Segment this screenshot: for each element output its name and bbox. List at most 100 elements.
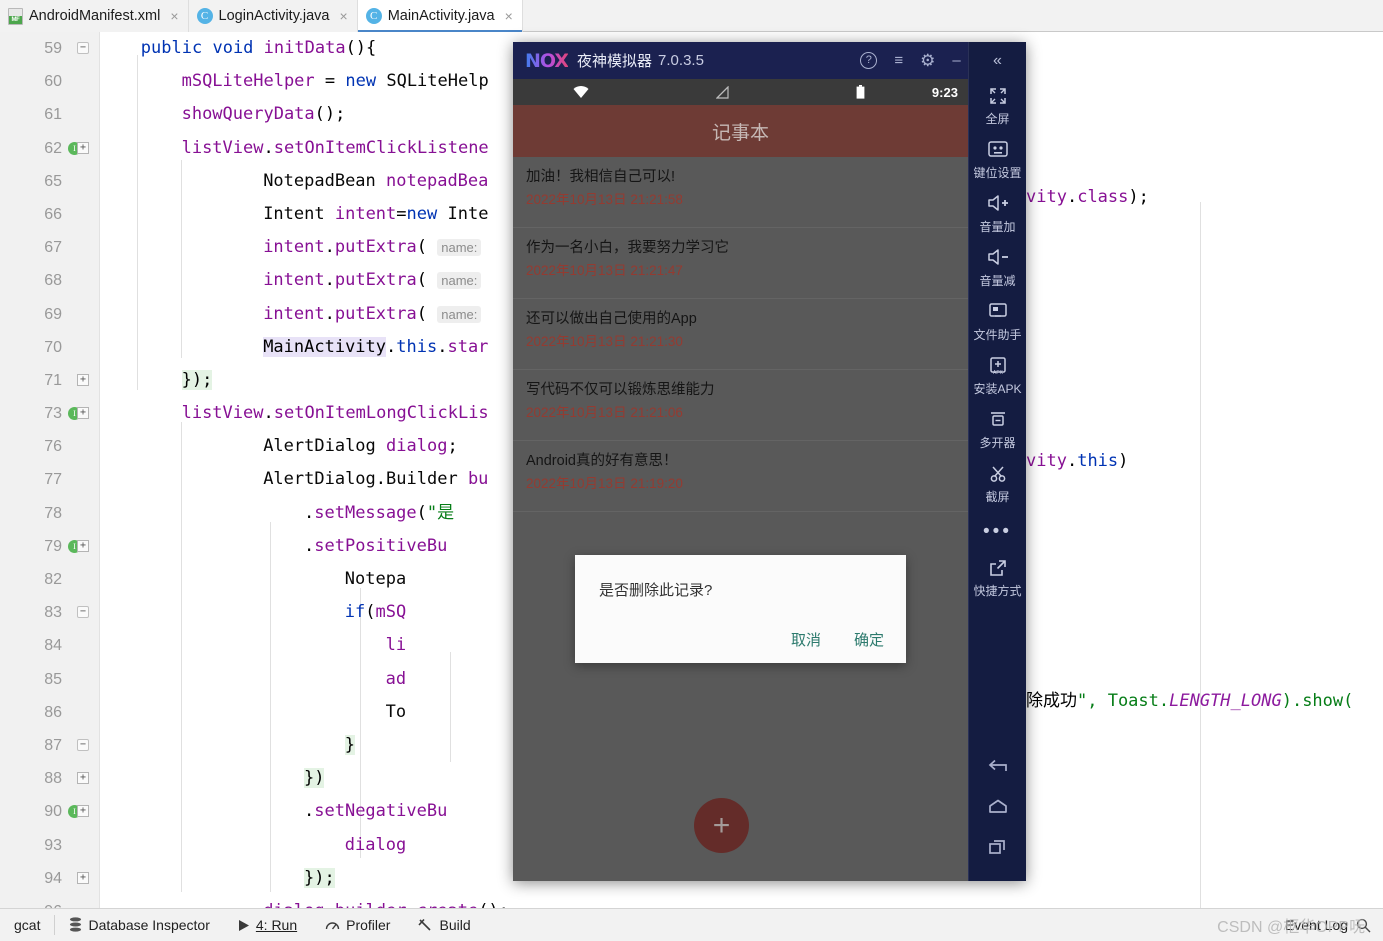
line-number: 88 — [44, 770, 62, 788]
search-icon[interactable] — [1356, 918, 1371, 933]
emulator-title-bar[interactable]: NOX 夜神模拟器 7.0.3.5 ? ≡ ⚙ – □ ✕ — [513, 42, 1026, 79]
code-line-text: Intent intent=new Inte — [263, 203, 489, 224]
battery-icon — [856, 85, 865, 99]
help-icon[interactable]: ? — [860, 52, 878, 69]
code-line-text: }); — [181, 369, 213, 390]
code-line-text: ad — [385, 668, 407, 689]
code-line-text: dialog — [344, 834, 407, 855]
status-item-run[interactable]: 4: Run — [224, 917, 311, 933]
fold-expand-icon[interactable]: + — [77, 407, 89, 420]
minimize-icon[interactable]: – — [952, 53, 960, 68]
android-nav-buttons — [969, 747, 1026, 881]
fullscreen-icon — [969, 86, 1026, 108]
shortcut-icon — [969, 558, 1026, 580]
sidebar-item-install-apk[interactable]: APK 安装APK — [969, 349, 1026, 403]
code-line-text: }) — [304, 768, 325, 789]
sidebar-item-keymap[interactable]: 键位设置 — [969, 133, 1026, 187]
tab-loginactivity-java[interactable]: C LoginActivity.java × — [188, 0, 358, 32]
home-icon[interactable] — [969, 787, 1026, 827]
sidebar-item-more[interactable]: ••• — [969, 511, 1026, 551]
java-class-icon: C — [196, 8, 213, 24]
fold-expand-icon[interactable]: + — [77, 373, 89, 386]
status-item-build[interactable]: Build — [404, 917, 484, 933]
menu-icon[interactable]: ≡ — [894, 53, 903, 68]
fold-collapse-icon[interactable]: − — [77, 606, 89, 619]
nox-emulator-window[interactable]: NOX 夜神模拟器 7.0.3.5 ? ≡ ⚙ – □ ✕ 9:23 记事本 — [513, 42, 1026, 881]
sidebar-item-volume-down[interactable]: 音量减 — [969, 241, 1026, 295]
fold-expand-icon[interactable]: + — [77, 539, 89, 552]
recents-icon[interactable] — [969, 827, 1026, 867]
tab-close-icon[interactable]: × — [170, 9, 178, 23]
status-item-profiler[interactable]: Profiler — [311, 917, 404, 933]
line-number: 76 — [44, 438, 62, 456]
line-number: 69 — [44, 305, 62, 323]
delete-confirm-dialog[interactable]: 是否删除此记录? 取消 确定 — [575, 555, 906, 663]
emulator-screen[interactable]: 9:23 记事本 加油！我相信自己可以! 2022年10月13日 21:21:5… — [513, 79, 968, 881]
code-fragment: 除成功", Toast.LENGTH_LONG).show( — [1026, 691, 1354, 711]
line-number: 93 — [44, 836, 62, 854]
code-line-text: To — [385, 701, 407, 722]
tab-label: MainActivity.java — [387, 8, 495, 24]
fold-expand-icon[interactable]: + — [77, 871, 89, 884]
line-number: 71 — [44, 371, 62, 389]
code-line-text: .setMessage("是 — [304, 502, 455, 523]
fold-expand-icon[interactable]: + — [77, 772, 89, 785]
fold-expand-icon[interactable]: + — [77, 805, 89, 818]
line-number: 84 — [44, 637, 62, 655]
note-list[interactable]: 加油！我相信自己可以! 2022年10月13日 21:21:58 作为一名小白，… — [513, 157, 968, 881]
sidebar-item-file-assistant[interactable]: 文件助手 — [969, 295, 1026, 349]
gear-icon[interactable]: ⚙ — [920, 52, 935, 69]
line-number: 83 — [44, 604, 62, 622]
sidebar-item-multi-instance[interactable]: 多开器 — [969, 403, 1026, 457]
line-number: 79 — [44, 537, 62, 555]
emulator-side-toolbar[interactable]: « 全屏 键位设置 音量加 音量减 文件助手 APK 安装APK 多开器 截屏 … — [968, 42, 1026, 881]
sidebar-item-fullscreen[interactable]: 全屏 — [969, 79, 1026, 133]
sidebar-item-label: 音量减 — [979, 274, 1016, 288]
code-fragment: vity.this) — [1026, 451, 1129, 471]
status-item-logcat[interactable]: gcat — [0, 917, 54, 933]
volume-up-icon — [969, 194, 1026, 216]
ide-status-bar: gcat Database Inspector 4: Run Profiler … — [0, 908, 1383, 941]
line-number: 86 — [44, 703, 62, 721]
fold-expand-icon[interactable]: + — [77, 141, 89, 154]
line-number: 66 — [44, 205, 62, 223]
code-line-text: .setNegativeBu — [304, 801, 448, 822]
code-line-text: } — [344, 734, 356, 755]
code-line[interactable]: 96 dialog=builder.create(); — [0, 895, 1383, 908]
nox-logo-icon: NOX — [525, 49, 569, 72]
sidebar-item-label: 多开器 — [979, 436, 1016, 450]
dialog-message: 是否删除此记录? — [599, 582, 713, 599]
line-number: 67 — [44, 239, 62, 257]
fold-collapse-icon[interactable]: − — [77, 42, 89, 54]
status-item-database-inspector[interactable]: Database Inspector — [55, 917, 223, 933]
line-number: 68 — [44, 272, 62, 290]
code-line-text: dialog=builder.create(); — [263, 895, 509, 908]
code-line-text: intent.putExtra( name: — [263, 231, 482, 264]
tab-close-icon[interactable]: × — [340, 9, 348, 23]
sidebar-item-shortcut[interactable]: 快捷方式 — [969, 551, 1026, 605]
dialog-scrim — [513, 157, 968, 881]
sidebar-item-volume-up[interactable]: 音量加 — [969, 187, 1026, 241]
line-number: 82 — [44, 571, 62, 588]
fold-collapse-icon[interactable]: − — [77, 738, 89, 751]
app-title-bar: 记事本 — [513, 105, 968, 157]
line-number: 73 — [44, 405, 62, 423]
sidebar-item-screenshot[interactable]: 截屏 — [969, 457, 1026, 511]
file-assistant-icon — [969, 302, 1026, 324]
emulator-version: 7.0.3.5 — [658, 52, 704, 69]
build-hammer-icon — [418, 918, 433, 932]
back-icon[interactable] — [969, 747, 1026, 787]
code-line-text: .setPositiveBu — [304, 535, 448, 556]
sidebar-item-label: 快捷方式 — [973, 584, 1022, 598]
line-number: 85 — [44, 670, 62, 688]
status-item-event-log[interactable]: Event Log — [1285, 917, 1348, 933]
svg-text:APK: APK — [992, 370, 1003, 376]
tab-androidmanifest-xml[interactable]: AndroidManifest.xml × — [0, 0, 189, 32]
code-line-text: mSQLiteHelper = new SQLiteHelp — [181, 71, 489, 92]
cancel-button[interactable]: 取消 — [791, 629, 821, 650]
tab-mainactivity-java[interactable]: C MainActivity.java × — [357, 0, 523, 32]
collapse-sidebar-icon[interactable]: « — [969, 42, 1026, 79]
confirm-button[interactable]: 确定 — [854, 629, 884, 650]
tab-close-icon[interactable]: × — [505, 9, 513, 23]
code-line-text: public void initData(){ — [140, 38, 377, 58]
